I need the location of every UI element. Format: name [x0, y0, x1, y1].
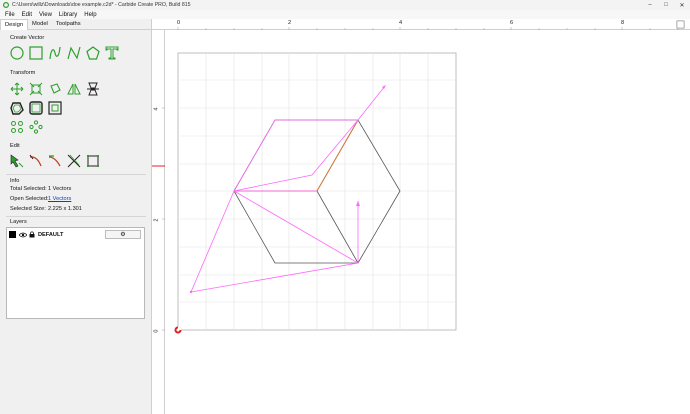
cut-icon [67, 154, 81, 168]
eye-icon[interactable] [19, 232, 27, 238]
layers-list: DEFAULT ⚙ [6, 227, 145, 319]
divider [6, 174, 146, 175]
curve-tool[interactable] [48, 46, 62, 60]
mirror-tool[interactable] [67, 82, 81, 96]
menu-view[interactable]: View [39, 12, 52, 18]
create-vector-tools [10, 46, 119, 60]
cut-tool[interactable] [67, 154, 81, 168]
scale-tool[interactable] [29, 82, 43, 96]
tab-model[interactable]: Model [28, 19, 52, 30]
polygon-icon [86, 46, 100, 60]
offset-tool[interactable] [10, 101, 24, 115]
transform-tools-row2 [10, 101, 62, 115]
menu-edit[interactable]: Edit [22, 12, 32, 18]
menu-library[interactable]: Library [59, 12, 77, 18]
selected-size-label: Selected Size: [10, 206, 46, 212]
polygon-tool[interactable] [86, 46, 100, 60]
boolean-tool[interactable] [29, 101, 43, 115]
edit-label: Edit [10, 143, 20, 149]
circle-icon [10, 46, 24, 60]
circle-array-icon [11, 121, 23, 133]
offset-icon [10, 102, 24, 115]
minimize-button[interactable]: – [642, 0, 658, 10]
circle-array-tool[interactable] [10, 120, 24, 134]
close-button[interactable]: ✕ [674, 0, 690, 10]
transform-tools-row1 [10, 82, 100, 96]
scale-icon [29, 82, 43, 96]
selected-size-value: 2.225 x 1.301 [48, 206, 82, 212]
join-tool[interactable] [48, 154, 62, 168]
layer-row[interactable]: DEFAULT ⚙ [9, 230, 142, 239]
total-selected-value: 1 Vectors [48, 186, 72, 192]
trim-tool[interactable] [29, 154, 43, 168]
window-controls: – □ ✕ [642, 0, 690, 10]
total-selected-row: Total Selected: 1 Vectors [10, 186, 71, 192]
node-edit-icon [10, 154, 24, 168]
tab-toolpaths[interactable]: Toolpaths [52, 19, 85, 30]
rectangle-tool[interactable] [29, 46, 43, 60]
design-canvas[interactable]: 0 2 4 6 8 4 2 0 [152, 19, 690, 414]
grid-array-icon [29, 120, 43, 134]
rotate-tool[interactable] [48, 82, 62, 96]
info-label: Info [10, 178, 20, 184]
bounding-box-icon [87, 155, 99, 167]
circle-tool[interactable] [10, 46, 24, 60]
origin-icon [174, 326, 182, 334]
total-selected-label: Total Selected: [10, 186, 47, 192]
design-panel: Design Model Toolpaths Create Vector Tra… [0, 19, 152, 414]
window-title: C:\Users\willz\Downloads\doe example.c2d… [12, 2, 191, 8]
gear-icon: ⚙ [120, 232, 126, 238]
transform-tools-row3 [10, 120, 43, 134]
selected-size-row: Selected Size: 2.225 x 1.301 [10, 206, 82, 212]
create-vector-label: Create Vector [10, 35, 45, 41]
boolean-icon [29, 101, 43, 115]
align-tool[interactable] [86, 82, 100, 96]
lock-icon[interactable] [29, 231, 35, 238]
grid-array-tool[interactable] [29, 120, 43, 134]
layers-label: Layers [10, 219, 27, 225]
title-bar: C:\Users\willz\Downloads\doe example.c2d… [0, 0, 690, 10]
open-selected-link[interactable]: 1 Vectors [48, 196, 71, 202]
layer-color-swatch[interactable] [9, 231, 16, 238]
group-tool[interactable] [48, 101, 62, 115]
align-icon [87, 82, 99, 96]
join-icon [48, 155, 61, 167]
app-icon [3, 2, 9, 8]
layer-name: DEFAULT [38, 231, 64, 238]
move-icon [10, 82, 24, 96]
tab-design[interactable]: Design [0, 19, 29, 30]
node-point [189, 290, 193, 294]
divider [6, 216, 146, 217]
polyline-icon [67, 46, 81, 60]
polyline-tool[interactable] [67, 46, 81, 60]
rotate-icon [50, 83, 61, 94]
drawing-svg [152, 27, 679, 334]
mirror-icon [67, 83, 81, 95]
trim-icon [29, 154, 42, 167]
text-icon [105, 46, 119, 60]
menu-help[interactable]: Help [84, 12, 96, 18]
group-icon [48, 101, 62, 115]
maximize-button[interactable]: □ [658, 0, 674, 10]
transform-label: Transform [10, 70, 36, 76]
bounding-box-tool[interactable] [86, 154, 100, 168]
tab-bar: Design Model Toolpaths [0, 19, 151, 30]
open-selected-row: Open Selected: 1 Vectors [10, 196, 71, 202]
text-tool[interactable] [105, 46, 119, 60]
menu-file[interactable]: File [5, 12, 15, 18]
open-selected-label: Open Selected: [10, 196, 49, 202]
node-edit-tool[interactable] [10, 154, 24, 168]
curve-icon [49, 46, 61, 60]
edit-tools [10, 154, 100, 168]
rectangle-icon [29, 46, 43, 60]
menu-bar: File Edit View Library Help [0, 10, 690, 19]
move-tool[interactable] [10, 82, 24, 96]
layer-settings-button[interactable]: ⚙ [105, 230, 141, 239]
